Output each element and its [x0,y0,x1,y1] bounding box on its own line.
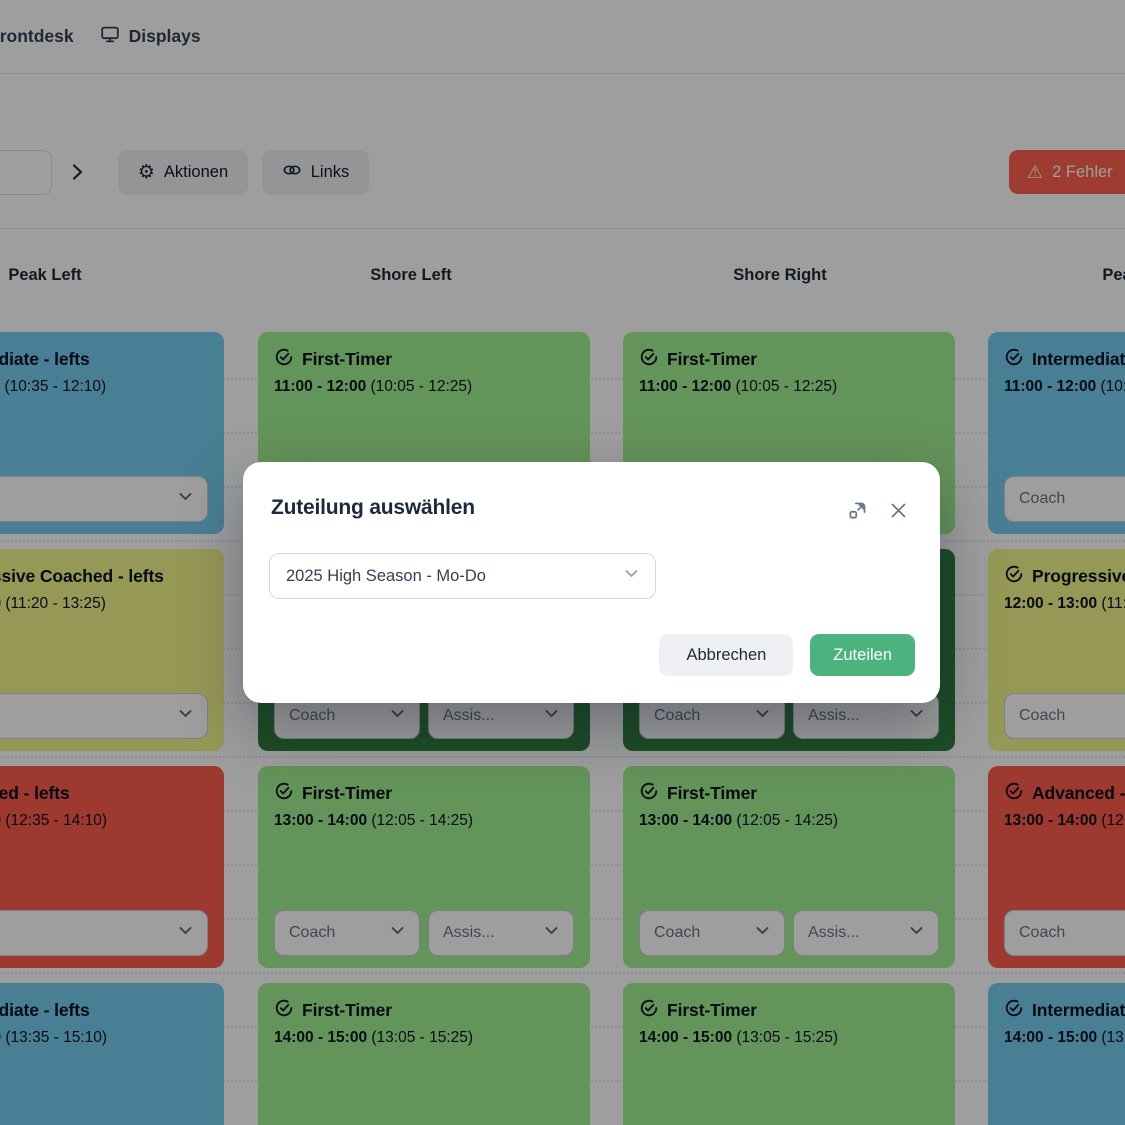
expand-icon [847,500,868,524]
close-button[interactable] [886,500,910,524]
assignment-modal: Zuteilung auswählen 2025 High Season - M… [243,462,940,703]
modal-title: Zuteilung auswählen [271,496,475,520]
close-icon [889,501,908,523]
confirm-button[interactable]: Zuteilen [810,634,915,676]
modal-actions: Abbrechen Zuteilen [659,634,915,676]
chevron-down-icon [622,564,641,588]
season-select-value: 2025 High Season - Mo-Do [286,567,486,586]
app-root: Peak Left Intermediate - lefts 11:00 - 1… [0,0,1125,1125]
season-select[interactable]: 2025 High Season - Mo-Do [269,553,656,599]
cancel-button[interactable]: Abbrechen [659,634,793,676]
expand-button[interactable] [845,500,869,524]
